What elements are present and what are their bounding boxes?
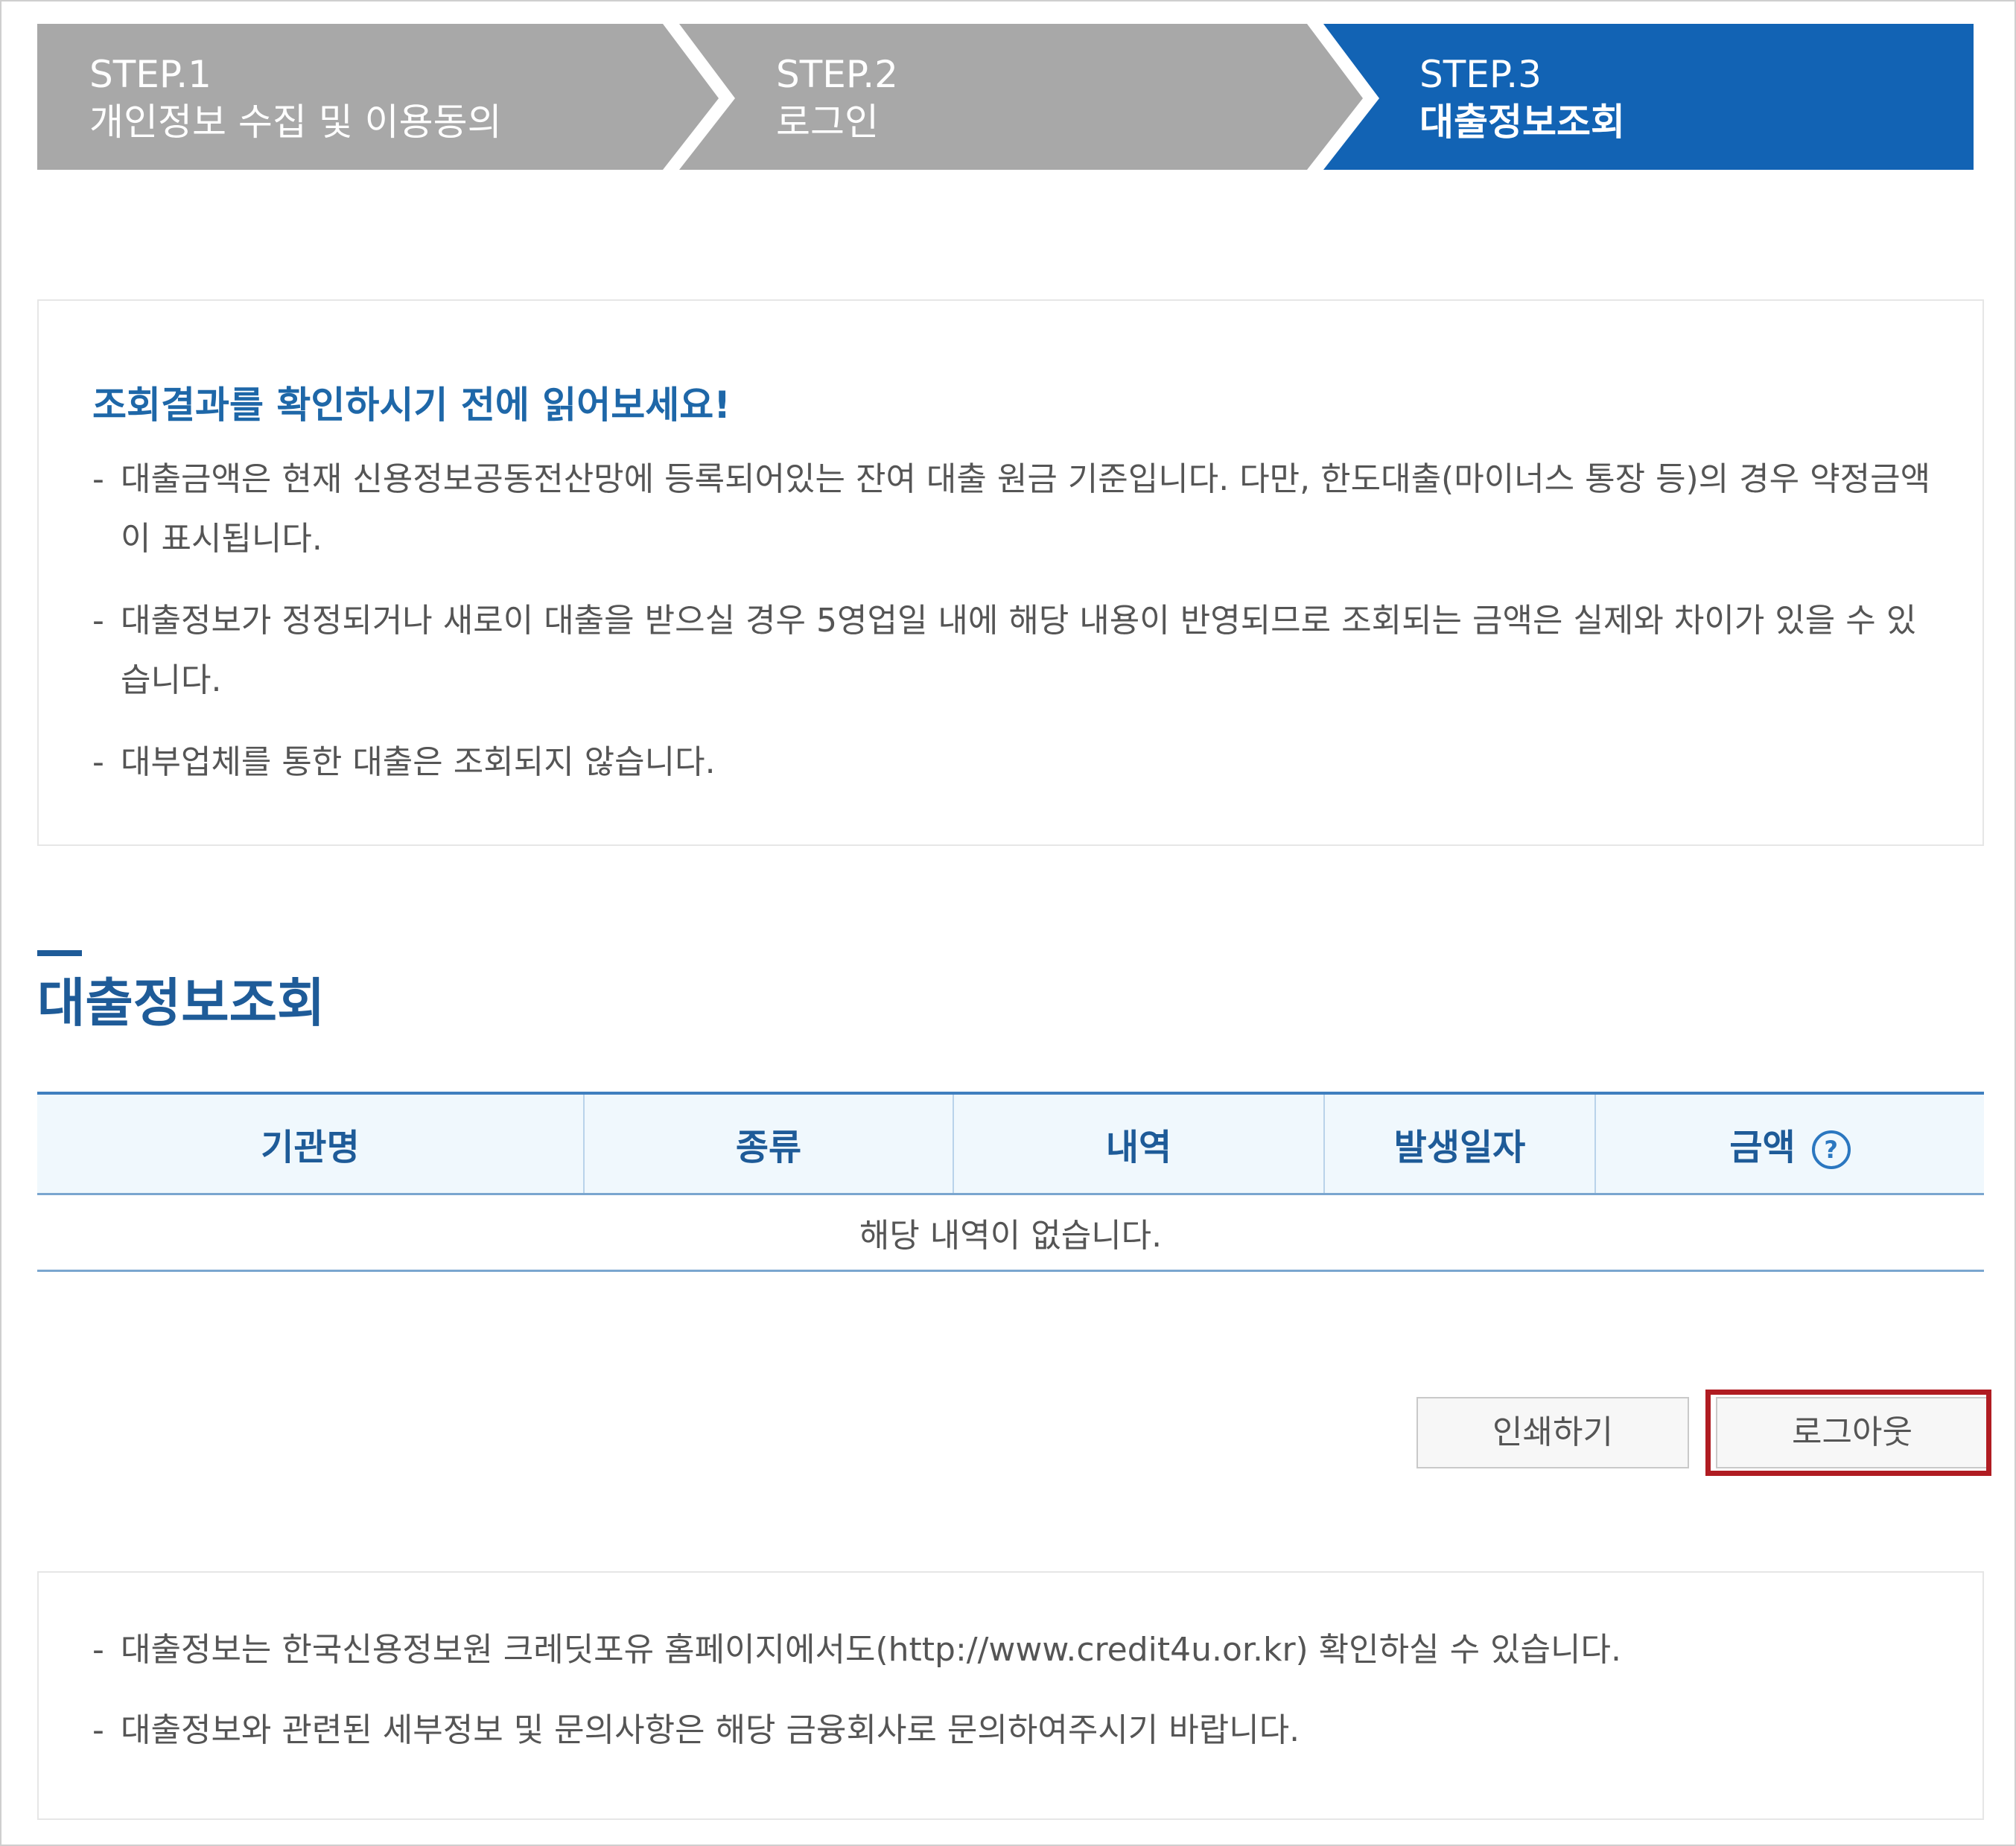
step-3-title: 대출정보조회 xyxy=(1419,101,1625,144)
col-date: 발생일자 xyxy=(1323,1092,1595,1195)
col-type: 종류 xyxy=(583,1092,953,1195)
table-header-row: 기관명 종류 내역 발생일자 금액? xyxy=(37,1092,1984,1195)
logout-button[interactable]: 로그아웃 xyxy=(1716,1397,1988,1468)
table-row: 해당 내역이 없습니다. xyxy=(37,1194,1984,1272)
step-1-title: 개인정보 수집 및 이용동의 xyxy=(89,101,502,144)
notice-box: 조회결과를 확인하시기 전에 읽어보세요! - 대출금액은 현재 신용정보공동전… xyxy=(37,299,1984,846)
print-button[interactable]: 인쇄하기 xyxy=(1416,1397,1689,1468)
notice-item-text: 대출정보가 정정되거나 새로이 대출을 받으실 경우 5영업일 내에 해당 내용… xyxy=(121,602,1917,699)
info-item-text: 대출정보는 한국신용정보원 크레딧포유 홈페이지에서도(http://www.c… xyxy=(121,1631,1621,1669)
notice-list: - 대출금액은 현재 신용정보공동전산망에 등록되어있는 잔여 대출 원금 기준… xyxy=(92,450,1932,815)
notice-item: - 대출금액은 현재 신용정보공동전산망에 등록되어있는 잔여 대출 원금 기준… xyxy=(92,450,1932,569)
loan-info-table: 기관명 종류 내역 발생일자 금액? 해당 내역이 없습니다. xyxy=(37,1092,1984,1272)
step-2-title: 로그인 xyxy=(776,101,879,144)
col-details: 내역 xyxy=(953,1092,1324,1195)
dash-bullet: - xyxy=(92,1711,104,1749)
dash-bullet: - xyxy=(92,743,104,781)
info-item-text: 대출정보와 관련된 세부정보 및 문의사항은 해당 금융회사로 문의하여주시기 … xyxy=(121,1711,1300,1749)
info-list: - 대출정보는 한국신용정보원 크레딧포유 홈페이지에서도(http://www… xyxy=(92,1628,1621,1789)
col-institution: 기관명 xyxy=(37,1092,584,1195)
dash-bullet: - xyxy=(92,1631,104,1669)
dash-bullet: - xyxy=(92,602,104,640)
notice-item: - 대출정보가 정정되거나 새로이 대출을 받으실 경우 5영업일 내에 해당 … xyxy=(92,591,1932,710)
step-2-number: STEP.2 xyxy=(776,53,898,96)
step-1: STEP.1 개인정보 수집 및 이용동의 xyxy=(89,51,502,146)
info-item: - 대출정보와 관련된 세부정보 및 문의사항은 해당 금융회사로 문의하여주시… xyxy=(92,1708,1621,1753)
section-title: 대출정보조회 xyxy=(37,973,325,1034)
notice-item-text: 대출금액은 현재 신용정보공동전산망에 등록되어있는 잔여 대출 원금 기준입니… xyxy=(121,460,1931,558)
notice-item: - 대부업체를 통한 대출은 조회되지 않습니다. xyxy=(92,733,1932,792)
section-accent-bar xyxy=(37,950,82,956)
col-amount: 금액? xyxy=(1594,1092,1984,1195)
step-1-number: STEP.1 xyxy=(89,53,212,96)
info-box: - 대출정보는 한국신용정보원 크레딧포유 홈페이지에서도(http://www… xyxy=(37,1571,1984,1820)
step-3: STEP.3 대출정보조회 xyxy=(1419,51,1625,146)
col-amount-label: 금액 xyxy=(1729,1127,1796,1168)
step-indicator: STEP.1 개인정보 수집 및 이용동의 STEP.2 로그인 STEP.3 … xyxy=(37,24,1974,173)
step-2: STEP.2 로그인 xyxy=(776,51,898,146)
info-item: - 대출정보는 한국신용정보원 크레딧포유 홈페이지에서도(http://www… xyxy=(92,1628,1621,1672)
dash-bullet: - xyxy=(92,460,104,498)
step-3-number: STEP.3 xyxy=(1419,53,1542,96)
notice-item-text: 대부업체를 통한 대출은 조회되지 않습니다. xyxy=(121,743,716,781)
page-frame: STEP.1 개인정보 수집 및 이용동의 STEP.2 로그인 STEP.3 … xyxy=(0,0,2016,1846)
help-icon[interactable]: ? xyxy=(1811,1130,1851,1169)
empty-message: 해당 내역이 없습니다. xyxy=(37,1194,1984,1272)
notice-title: 조회결과를 확인하시기 전에 읽어보세요! xyxy=(92,383,731,427)
